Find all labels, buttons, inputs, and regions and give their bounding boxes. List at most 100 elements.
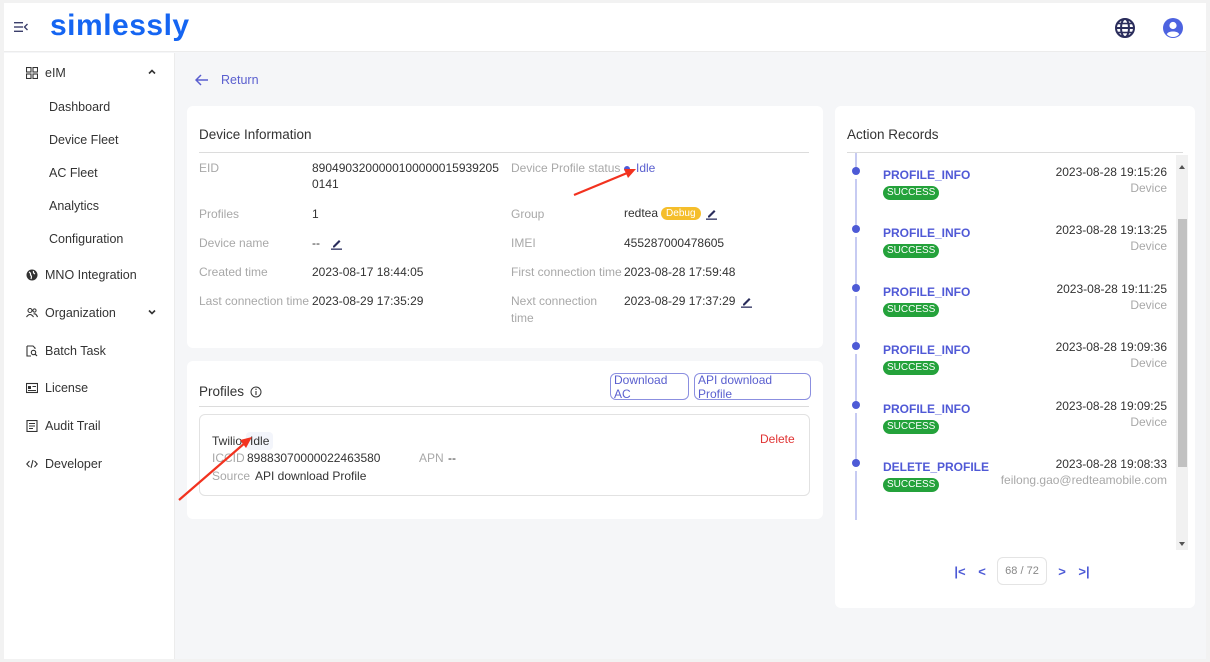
- chevron-down-icon[interactable]: [147, 307, 157, 317]
- device-name-value: --: [312, 236, 320, 250]
- app-logo[interactable]: simlessly: [50, 9, 190, 43]
- edit-device-name-icon[interactable]: [330, 237, 343, 250]
- sidebar-item-label: Developer: [45, 457, 102, 471]
- divider: [199, 152, 809, 153]
- action-type[interactable]: PROFILE_INFO: [883, 168, 970, 182]
- profile-status-chip: Idle: [246, 432, 274, 450]
- success-badge: SUCCESS: [883, 419, 940, 434]
- first-page-button[interactable]: |<: [949, 564, 971, 579]
- globe-icon[interactable]: [1114, 17, 1136, 39]
- sidebar-item-configuration[interactable]: Configuration: [49, 227, 123, 251]
- edit-next-connection-icon[interactable]: [740, 295, 753, 308]
- timeline-dot: [852, 283, 860, 292]
- delete-profile-link[interactable]: Delete: [760, 432, 795, 446]
- sidebar-item-label: MNO Integration: [45, 268, 137, 282]
- sidebar-item-developer[interactable]: Developer: [4, 449, 175, 479]
- api-download-profile-button[interactable]: API download Profile: [694, 373, 811, 401]
- divider: [199, 406, 809, 407]
- action-time: 2023-08-28 19:09:25: [1055, 398, 1167, 413]
- scroll-down-arrow[interactable]: [1179, 542, 1185, 546]
- action-type[interactable]: PROFILE_INFO: [883, 226, 970, 240]
- last-connection-value: 2023-08-29 17:35:29: [312, 294, 424, 308]
- success-badge: SUCCESS: [883, 361, 940, 375]
- scroll-up-arrow[interactable]: [1179, 165, 1185, 169]
- sidebar-item-label: License: [45, 381, 89, 395]
- sidebar-item-device-fleet[interactable]: Device Fleet: [49, 128, 118, 152]
- timeline-dot: [852, 342, 860, 350]
- sidebar-item-license[interactable]: License: [4, 373, 175, 403]
- last-page-button[interactable]: >|: [1073, 564, 1095, 579]
- source-label: Source: [212, 469, 251, 483]
- imei-label: IMEI: [511, 236, 536, 250]
- timeline-line: [855, 237, 857, 286]
- return-link[interactable]: Return: [195, 73, 259, 87]
- group-value: redtea Debug: [624, 205, 701, 221]
- sidebar-item-batch-task[interactable]: Batch Task: [4, 336, 175, 366]
- profile-header: Twilio Idle: [212, 432, 274, 450]
- action-actor: Device: [1130, 414, 1167, 429]
- timeline-line: [855, 295, 857, 344]
- action-type[interactable]: PROFILE_INFO: [883, 402, 970, 416]
- debug-badge: Debug: [661, 207, 701, 220]
- scroll-thumb[interactable]: [1178, 219, 1187, 467]
- action-record-item: PROFILE_INFO SUCCESS 2023-08-28 19:09:25 De…: [849, 398, 1179, 461]
- sidebar-item-audit-trail[interactable]: Audit Trail: [4, 411, 175, 441]
- edit-group-icon[interactable]: [705, 207, 718, 220]
- action-time: 2023-08-28 19:11:25: [1056, 281, 1167, 296]
- action-records-timeline[interactable]: SUCCESS Device PROFILE_INFO SUCCESS 2023-08-…: [849, 153, 1179, 549]
- sidebar-item-dashboard[interactable]: Dashboard: [49, 95, 110, 119]
- success-badge: SUCCESS: [883, 244, 940, 258]
- users-icon: [26, 307, 38, 319]
- device-name-label: Device name: [199, 236, 270, 250]
- action-record-item: PROFILE_INFO SUCCESS 2023-08-28 19:15:26 De…: [849, 164, 1179, 227]
- return-label: Return: [221, 73, 259, 87]
- action-type[interactable]: PROFILE_INFO: [883, 343, 970, 357]
- status-text: Idle: [636, 161, 656, 175]
- group-name: redtea: [624, 206, 659, 220]
- profile-status-value: Idle: [624, 160, 655, 176]
- action-time: 2023-08-28 19:08:33: [1055, 457, 1167, 471]
- timeline-scrollbar[interactable]: [1176, 155, 1188, 550]
- id-card-icon: [26, 382, 38, 394]
- device-information-card: Device Information EID 89049032000001000…: [187, 106, 823, 348]
- eid-value-line1: 890490320000010000001593920​5: [312, 161, 499, 175]
- top-bar: simlessly: [4, 3, 1206, 52]
- grid-icon: [26, 67, 38, 79]
- action-actor: Device: [1130, 356, 1167, 370]
- action-actor: Device: [1130, 239, 1167, 253]
- timeline-line: [855, 412, 857, 461]
- next-connection-label: Next connection: [511, 294, 598, 308]
- sidebar-item-ac-fleet[interactable]: AC Fleet: [49, 161, 98, 185]
- sidebar-group-eim[interactable]: eIM: [4, 58, 175, 88]
- action-actor: feilong.gao@redteamobile.com: [1000, 473, 1167, 487]
- download-ac-button[interactable]: Download AC: [610, 373, 689, 401]
- user-circle-icon[interactable]: [1162, 17, 1184, 39]
- sidebar: eIM Dashboard Device Fleet AC Fleet Anal…: [4, 53, 175, 659]
- action-time: 2023-08-28 19:09:36: [1055, 340, 1167, 354]
- action-actor: Device: [1130, 297, 1167, 312]
- timeline-dot: [852, 400, 860, 409]
- action-records-title: Action Records: [847, 127, 939, 142]
- menu-collapse-icon[interactable]: [14, 21, 28, 33]
- sidebar-item-organization[interactable]: Organization: [4, 298, 175, 328]
- sidebar-item-mno-integration[interactable]: MNO Integration: [4, 260, 175, 290]
- sidebar-item-analytics[interactable]: Analytics: [49, 194, 99, 218]
- next-page-button[interactable]: >: [1051, 564, 1073, 579]
- success-badge: SUCCESS: [883, 185, 940, 200]
- chevron-up-icon[interactable]: [147, 67, 157, 77]
- app-frame: simlessly eIM Dashboard Device Fleet AC …: [4, 3, 1206, 659]
- profile-item: Twilio Idle ICCID 89883070000022463580 AP…: [199, 414, 810, 496]
- page-indicator[interactable]: 68 / 72: [997, 557, 1047, 585]
- profiles-count-value: 1: [312, 207, 319, 221]
- info-icon[interactable]: [250, 386, 262, 398]
- profiles-title-text: Profiles: [199, 384, 245, 399]
- timeline-dot: [852, 459, 860, 467]
- action-type[interactable]: DELETE_PROFILE: [883, 460, 989, 474]
- prev-page-button[interactable]: <: [971, 564, 993, 579]
- action-type[interactable]: PROFILE_INFO: [883, 285, 970, 299]
- first-connection-value: 2023-08-28 17:59:48: [624, 265, 736, 279]
- action-record-item: DELETE_PROFILE SUCCESS 2023-08-28 19:08:33…: [849, 457, 1179, 520]
- action-time: 2023-08-28 19:15:26: [1055, 164, 1167, 179]
- iccid-label: ICCID: [212, 451, 245, 465]
- action-record-item: PROFILE_INFO SUCCESS 2023-08-28 19:13:25 De…: [849, 223, 1179, 286]
